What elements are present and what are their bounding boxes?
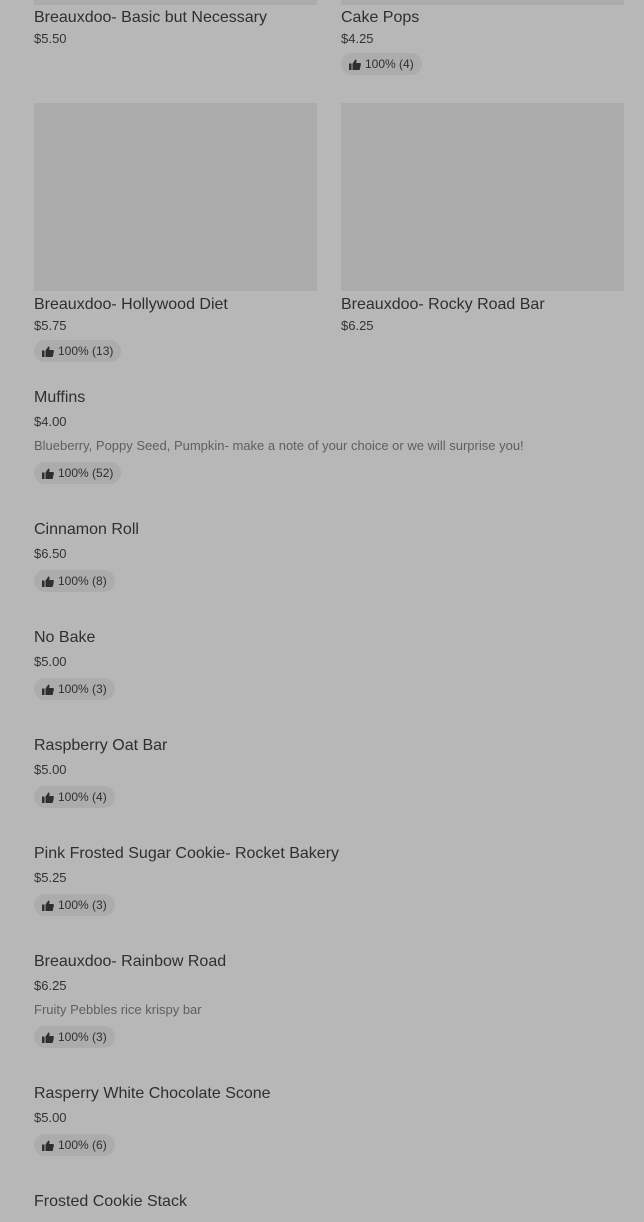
rating-text: 100% (4) bbox=[365, 57, 414, 71]
item-name: Cinnamon Roll bbox=[34, 521, 139, 538]
menu-list-item[interactable]: Raspberry Oat Bar $5.00 100% (4) bbox=[34, 736, 624, 808]
thumbs-up-icon bbox=[42, 684, 54, 695]
item-image bbox=[34, 0, 317, 5]
item-name: Rasperry White Chocolate Scone bbox=[34, 1085, 271, 1102]
item-price: $5.00 bbox=[34, 1110, 67, 1125]
thumbs-up-icon bbox=[42, 1140, 54, 1151]
item-image bbox=[341, 103, 624, 291]
thumbs-up-icon bbox=[42, 576, 54, 587]
rating-badge: 100% (13) bbox=[34, 340, 122, 362]
menu-list-item[interactable]: Breauxdoo- Rainbow Road $6.25 Fruity Peb… bbox=[34, 952, 624, 1048]
item-price: $6.25 bbox=[341, 318, 374, 333]
item-price: $4.00 bbox=[34, 414, 67, 429]
item-name: Breauxdoo- Hollywood Diet bbox=[34, 296, 228, 313]
menu-list-item[interactable]: Frosted Cookie Stack bbox=[34, 1192, 624, 1212]
rating-badge: 100% (4) bbox=[341, 53, 422, 75]
thumbs-up-icon bbox=[42, 1032, 54, 1043]
thumbs-up-icon bbox=[349, 59, 361, 70]
rating-text: 100% (3) bbox=[58, 682, 107, 696]
item-name: Pink Frosted Sugar Cookie- Rocket Bakery bbox=[34, 845, 340, 862]
thumbs-up-icon bbox=[42, 468, 54, 479]
rating-badge: 100% (8) bbox=[34, 570, 115, 592]
rating-text: 100% (52) bbox=[58, 466, 114, 480]
item-name: Cake Pops bbox=[341, 9, 420, 26]
rating-badge: 100% (3) bbox=[34, 678, 115, 700]
rating-badge: 100% (52) bbox=[34, 462, 122, 484]
item-image bbox=[341, 0, 624, 5]
rating-text: 100% (13) bbox=[58, 344, 114, 358]
menu-item-card[interactable]: Breauxdoo- Rocky Road Bar $6.25 bbox=[341, 103, 624, 334]
thumbs-up-icon bbox=[42, 792, 54, 803]
menu-list-item[interactable]: Rasperry White Chocolate Scone $5.00 100… bbox=[34, 1084, 624, 1156]
item-price: $5.75 bbox=[34, 318, 67, 333]
item-description: Blueberry, Poppy Seed, Pumpkin- make a n… bbox=[34, 438, 524, 453]
item-price: $6.25 bbox=[34, 978, 67, 993]
rating-text: 100% (4) bbox=[58, 790, 107, 804]
item-name: Muffins bbox=[34, 389, 86, 406]
item-image bbox=[34, 103, 317, 291]
rating-text: 100% (3) bbox=[58, 898, 107, 912]
item-description: Fruity Pebbles rice krispy bar bbox=[34, 1002, 202, 1017]
thumbs-up-icon bbox=[42, 900, 54, 911]
item-name: Raspberry Oat Bar bbox=[34, 737, 168, 754]
rating-text: 100% (6) bbox=[58, 1138, 107, 1152]
rating-badge: 100% (4) bbox=[34, 786, 115, 808]
menu-list-item[interactable]: No Bake $5.00 100% (3) bbox=[34, 628, 624, 700]
item-name: No Bake bbox=[34, 629, 96, 646]
item-price: $5.00 bbox=[34, 654, 67, 669]
item-price: $5.25 bbox=[34, 870, 67, 885]
item-price: $5.00 bbox=[34, 762, 67, 777]
rating-badge: 100% (6) bbox=[34, 1134, 115, 1156]
item-price: $6.50 bbox=[34, 546, 67, 561]
rating-text: 100% (8) bbox=[58, 574, 107, 588]
item-name: Frosted Cookie Stack bbox=[34, 1193, 187, 1210]
menu-list-item[interactable]: Cinnamon Roll $6.50 100% (8) bbox=[34, 520, 624, 592]
rating-text: 100% (3) bbox=[58, 1030, 107, 1044]
menu-item-card[interactable]: Breauxdoo- Hollywood Diet $5.75 100% (13… bbox=[34, 103, 317, 362]
thumbs-up-icon bbox=[42, 346, 54, 357]
item-name: Breauxdoo- Rainbow Road bbox=[34, 953, 227, 970]
item-name: Breauxdoo- Basic but Necessary bbox=[34, 9, 267, 26]
menu-list-item[interactable]: Pink Frosted Sugar Cookie- Rocket Bakery… bbox=[34, 844, 624, 916]
rating-badge: 100% (3) bbox=[34, 1026, 115, 1048]
rating-badge: 100% (3) bbox=[34, 894, 115, 916]
item-name: Breauxdoo- Rocky Road Bar bbox=[341, 296, 545, 313]
menu-list-item[interactable]: Muffins $4.00 Blueberry, Poppy Seed, Pum… bbox=[34, 388, 624, 484]
item-price: $4.25 bbox=[341, 31, 374, 46]
item-price: $5.50 bbox=[34, 31, 67, 46]
